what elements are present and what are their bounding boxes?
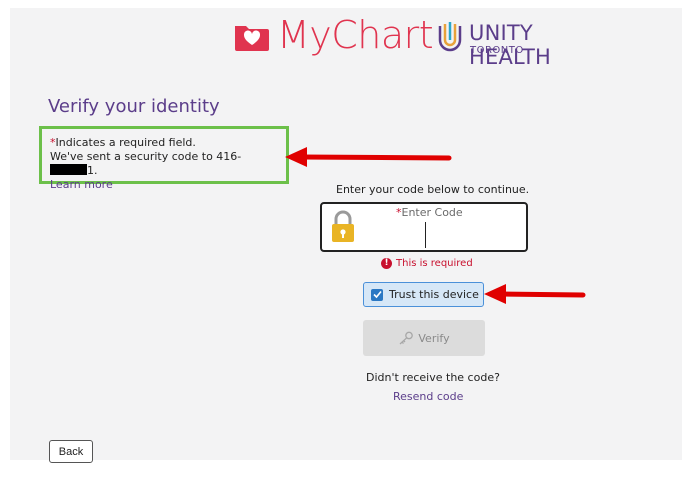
back-button[interactable]: Back (49, 440, 93, 463)
annotation-arrow-info (285, 147, 452, 167)
error-icon: ! (381, 258, 392, 269)
code-label-text: Enter Code (401, 206, 463, 219)
code-sent-prefix: We've sent a security code to 416- (50, 150, 242, 163)
trust-device-checkbox[interactable]: Trust this device (363, 282, 484, 307)
code-field-label: *Enter Code (396, 206, 463, 219)
page-title: Verify your identity (48, 96, 220, 117)
unity-health-logo: UNITY HEALTH TORONTO (437, 21, 617, 69)
required-info-box: *Indicates a required field. We've sent … (39, 126, 289, 191)
checkmark-icon (372, 290, 382, 299)
code-sent-suffix: 1. (87, 164, 98, 177)
folder-heart-icon (235, 26, 269, 51)
key-icon (399, 331, 414, 345)
unity-mark-icon (438, 22, 462, 52)
verify-label: Verify (418, 331, 450, 345)
unity-logo-line2: TORONTO (470, 45, 524, 56)
resend-code-link[interactable]: Resend code (393, 390, 463, 403)
error-text: This is required (396, 258, 473, 269)
trust-device-label: Trust this device (389, 288, 479, 301)
annotation-arrow-trust (484, 284, 586, 304)
learn-more-link[interactable]: Learn more (50, 178, 113, 191)
required-note: Indicates a required field. (55, 136, 196, 149)
checkbox-checked-icon[interactable] (371, 288, 383, 301)
code-instruction: Enter your code below to continue. (336, 183, 530, 196)
mychart-wordmark: MyChart (277, 13, 434, 57)
code-sent-message: We've sent a security code to 416-1. (50, 150, 278, 178)
lock-icon (332, 210, 354, 242)
redaction-bar (50, 164, 87, 175)
required-note-row: *Indicates a required field. (50, 136, 278, 150)
code-field[interactable]: *Enter Code (320, 202, 528, 252)
no-code-text: Didn't receive the code? (366, 371, 500, 384)
mychart-logo: MyChart (233, 13, 434, 62)
code-input-cursor[interactable] (425, 222, 426, 248)
verify-button[interactable]: Verify (363, 320, 485, 356)
mychart-logo-text: MyChart (277, 13, 434, 57)
error-message: ! This is required (381, 258, 473, 269)
